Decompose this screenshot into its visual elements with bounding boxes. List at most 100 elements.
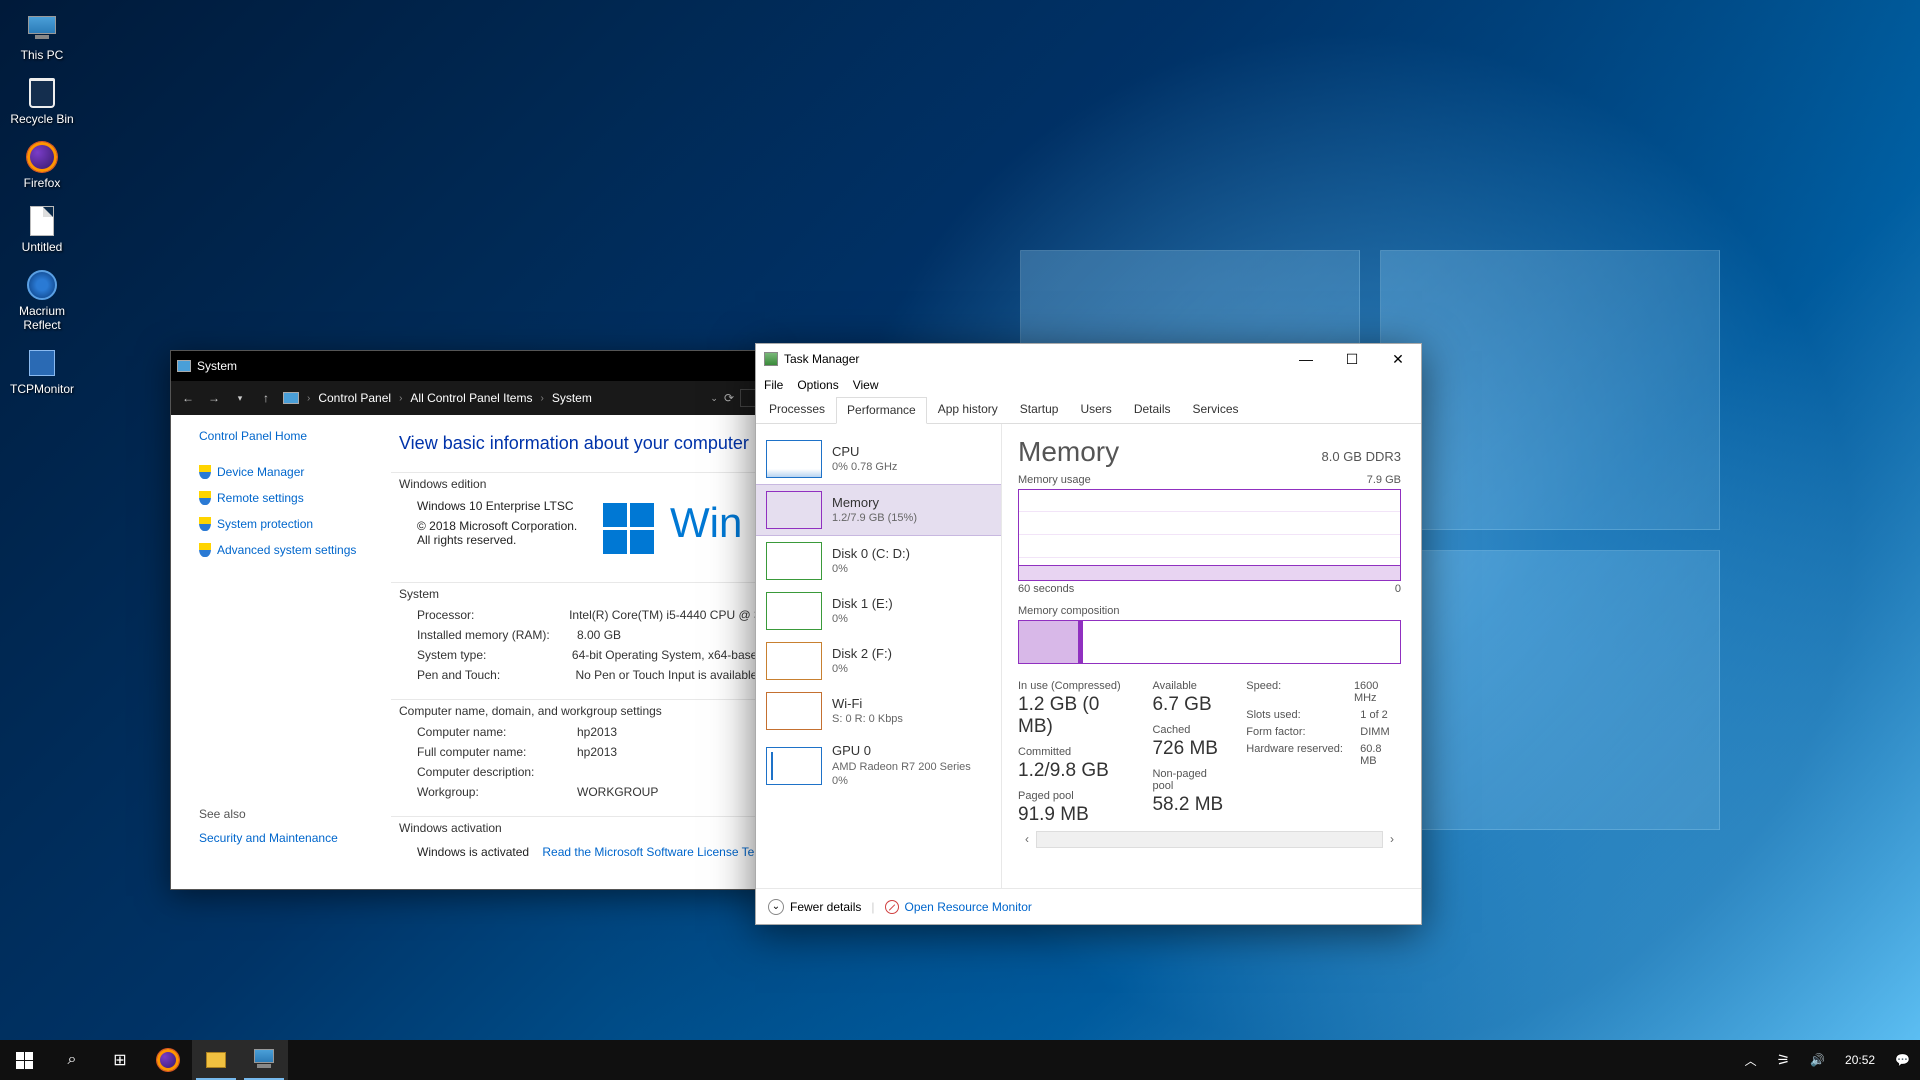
breadcrumb-system[interactable]: System <box>552 391 592 405</box>
section-system: System <box>391 583 764 605</box>
menu-options[interactable]: Options <box>797 378 838 392</box>
minimize-button[interactable]: — <box>1283 344 1329 374</box>
chevron-right-icon: › <box>307 393 310 404</box>
composition-in-use <box>1019 621 1079 663</box>
device-manager-link[interactable]: Device Manager <box>199 465 391 479</box>
history-dropdown[interactable]: ▾ <box>231 393 249 404</box>
search-icon: ⌕ <box>68 1051 77 1069</box>
scroll-left-icon[interactable]: ‹ <box>1018 832 1036 846</box>
remote-settings-link[interactable]: Remote settings <box>199 491 391 505</box>
tab-app-history[interactable]: App history <box>927 396 1009 423</box>
text-file-icon <box>25 204 59 238</box>
memory-usage-graph <box>1018 489 1401 581</box>
tray-overflow-button[interactable]: ︿ <box>1739 1040 1763 1080</box>
disk-thumbnail-icon <box>766 592 822 630</box>
task-manager-icon <box>764 352 778 366</box>
system-protection-link[interactable]: System protection <box>199 517 391 531</box>
task-manager-titlebar[interactable]: Task Manager — ☐ ✕ <box>756 344 1421 374</box>
start-button[interactable] <box>0 1040 48 1080</box>
fewer-details-link[interactable]: Fewer details <box>790 900 861 914</box>
advanced-settings-link[interactable]: Advanced system settings <box>199 543 391 557</box>
up-button[interactable]: ↑ <box>257 391 275 405</box>
license-terms-link[interactable]: Read the Microsoft Software License Ter <box>542 845 758 859</box>
stat-speed: 1600 MHz <box>1354 680 1401 704</box>
wifi-icon[interactable]: ⚞ <box>1771 1040 1796 1080</box>
desktop-icon-label: Untitled <box>22 240 63 254</box>
action-center-button[interactable]: 💬 <box>1889 1040 1916 1080</box>
window-title: System <box>197 359 237 373</box>
desktop-icon-firefox[interactable]: Firefox <box>4 136 80 200</box>
perf-card-disk0[interactable]: Disk 0 (C: D:)0% <box>756 536 1001 586</box>
desktop-icon-untitled[interactable]: Untitled <box>4 200 80 264</box>
desktop-icons: This PC Recycle Bin Firefox Untitled Mac… <box>4 8 80 406</box>
search-button[interactable]: ⌕ <box>48 1040 96 1080</box>
perf-card-gpu[interactable]: GPU 0AMD Radeon R7 200 Series0% <box>756 736 1001 795</box>
tab-services[interactable]: Services <box>1182 396 1250 423</box>
monitor-icon <box>283 392 299 404</box>
perf-card-wifi[interactable]: Wi-FiS: 0 R: 0 Kbps <box>756 686 1001 736</box>
taskbar-app-firefox[interactable] <box>144 1040 192 1080</box>
windows-logo-icon <box>16 1052 33 1069</box>
chevron-down-icon[interactable]: ⌄ <box>768 899 784 915</box>
forward-button[interactable]: → <box>205 391 223 405</box>
scrollbar-track[interactable] <box>1036 831 1383 848</box>
stat-committed: 1.2/9.8 GB <box>1018 760 1132 782</box>
security-maintenance-link[interactable]: Security and Maintenance <box>199 831 391 845</box>
task-view-button[interactable]: ⊞ <box>96 1040 144 1080</box>
wifi-thumbnail-icon <box>766 692 822 730</box>
close-button[interactable]: ✕ <box>1375 344 1421 374</box>
graph-label: Memory usage <box>1018 474 1091 486</box>
search-box-edge[interactable] <box>740 389 756 407</box>
control-panel-home-link[interactable]: Control Panel Home <box>199 429 391 443</box>
horizontal-scrollbar[interactable]: ‹ › <box>1018 830 1401 848</box>
desktop-icon-this-pc[interactable]: This PC <box>4 8 80 72</box>
menu-view[interactable]: View <box>853 378 879 392</box>
disk-thumbnail-icon <box>766 542 822 580</box>
no-resource-icon <box>885 900 899 914</box>
back-button[interactable]: ← <box>179 391 197 405</box>
folder-icon <box>206 1052 226 1068</box>
taskbar-app-explorer[interactable] <box>192 1040 240 1080</box>
breadcrumb-all-items[interactable]: All Control Panel Items <box>410 391 532 405</box>
windows-logo-icon <box>603 503 654 554</box>
refresh-button[interactable]: ⟳ <box>724 391 734 405</box>
tab-processes[interactable]: Processes <box>758 396 836 423</box>
monitor-icon <box>25 12 59 46</box>
taskbar-app-control-panel[interactable] <box>240 1040 288 1080</box>
breadcrumb-control-panel[interactable]: Control Panel <box>318 391 391 405</box>
stat-hw-reserved: 60.8 MB <box>1360 743 1401 767</box>
desktop-icon-tcpmonitor[interactable]: TCPMonitor <box>4 342 80 406</box>
graph-max: 7.9 GB <box>1367 474 1401 486</box>
performance-detail: Memory 8.0 GB DDR3 Memory usage 7.9 GB 6… <box>1002 424 1421 888</box>
stat-available: 6.7 GB <box>1152 694 1226 716</box>
detail-heading: Memory <box>1018 436 1119 468</box>
perf-card-cpu[interactable]: CPU0% 0.78 GHz <box>756 434 1001 484</box>
volume-icon[interactable]: 🔊 <box>1804 1040 1831 1080</box>
stat-in-use: 1.2 GB (0 MB) <box>1018 694 1132 738</box>
composition-cached <box>1079 621 1083 663</box>
open-resource-monitor-link[interactable]: Open Resource Monitor <box>905 900 1032 914</box>
address-dropdown[interactable]: ⌄ <box>710 393 718 404</box>
stat-nonpaged-pool: 58.2 MB <box>1152 794 1226 816</box>
perf-card-disk2[interactable]: Disk 2 (F:)0% <box>756 636 1001 686</box>
shield-icon <box>199 465 211 479</box>
maximize-button[interactable]: ☐ <box>1329 344 1375 374</box>
tab-performance[interactable]: Performance <box>836 397 927 424</box>
clock[interactable]: 20:52 <box>1839 1040 1881 1080</box>
scroll-right-icon[interactable]: › <box>1383 832 1401 846</box>
perf-card-disk1[interactable]: Disk 1 (E:)0% <box>756 586 1001 636</box>
system-window: System ← → ▾ ↑ › Control Panel › All Con… <box>170 350 765 890</box>
memory-composition-bar <box>1018 620 1401 664</box>
perf-card-memory[interactable]: Memory1.2/7.9 GB (15%) <box>756 484 1001 536</box>
desktop-icon-macrium-reflect[interactable]: Macrium Reflect <box>4 264 80 342</box>
menu-file[interactable]: File <box>764 378 783 392</box>
shield-icon <box>199 517 211 531</box>
tab-startup[interactable]: Startup <box>1009 396 1070 423</box>
tab-users[interactable]: Users <box>1069 396 1122 423</box>
chevron-right-icon: › <box>540 393 543 404</box>
taskbar: ⌕ ⊞ ︿ ⚞ 🔊 20:52 💬 <box>0 1040 1920 1080</box>
system-window-titlebar[interactable]: System <box>171 351 764 381</box>
desktop-icon-recycle-bin[interactable]: Recycle Bin <box>4 72 80 136</box>
cpu-thumbnail-icon <box>766 440 822 478</box>
tab-details[interactable]: Details <box>1123 396 1182 423</box>
